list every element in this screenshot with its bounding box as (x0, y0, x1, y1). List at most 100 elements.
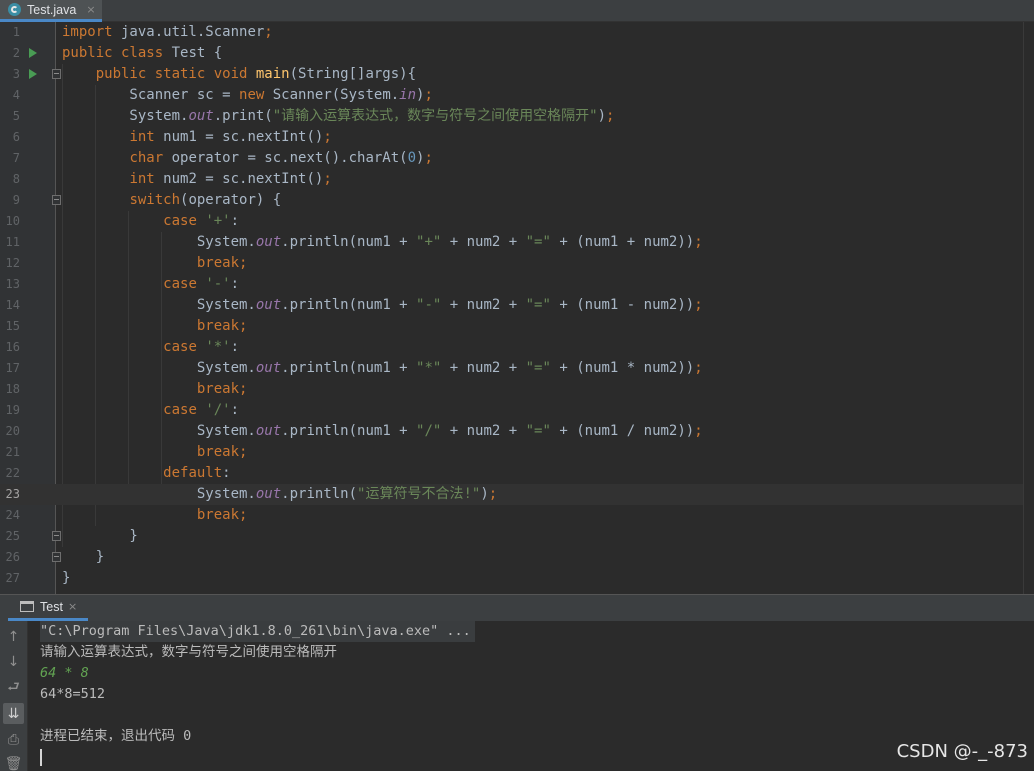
line-number: 27 (5, 571, 20, 585)
code-line[interactable]: 17 System.out.println(num1 + "*" + num2 … (0, 358, 1023, 379)
line-number: 22 (5, 466, 20, 480)
line-number: 26 (5, 550, 20, 564)
line-number: 10 (5, 214, 20, 228)
code-text: break; (62, 442, 248, 463)
fold-marker-icon[interactable] (52, 552, 61, 562)
java-class-icon (8, 3, 21, 16)
code-token: + (num1 * num2)) (550, 360, 695, 376)
code-line[interactable]: 18 break; (0, 379, 1023, 400)
code-line[interactable]: 1 import java.util.Scanner; (0, 22, 1023, 43)
code-line[interactable]: 14 System.out.println(num1 + "-" + num2 … (0, 295, 1023, 316)
code-line[interactable]: 23 System.out.println("运算符号不合法!"); (0, 484, 1023, 505)
code-token: case (163, 402, 197, 418)
run-toolbar: ↑ ↓ ⮐ ⇊ ⎙ 🗑 (0, 621, 28, 771)
code-line[interactable]: 21 break; (0, 442, 1023, 463)
code-line[interactable]: 2 public class Test { (0, 43, 1023, 64)
trash-icon[interactable]: 🗑 (3, 753, 24, 771)
code-line[interactable]: 12 break; (0, 253, 1023, 274)
code-token: ; (606, 108, 615, 124)
code-line[interactable]: 7 char operator = sc.next().charAt(0); (0, 148, 1023, 169)
code-editor[interactable]: 1 import java.util.Scanner; 2 public class … (0, 22, 1034, 594)
code-line[interactable]: 9 switch(operator) { (0, 190, 1023, 211)
code-token: : (230, 339, 240, 355)
code-line[interactable]: 26 } (0, 547, 1023, 568)
code-line[interactable]: 16 case '*': (0, 337, 1023, 358)
code-line[interactable]: 5 System.out.print("请输入运算表达式，数字与符号之间使用空格… (0, 106, 1023, 127)
print-icon[interactable]: ⎙ (3, 729, 24, 750)
editor-tab-bar: Test.java × (0, 0, 1034, 22)
code-line[interactable]: 20 System.out.println(num1 + "/" + num2 … (0, 421, 1023, 442)
code-line[interactable]: 22 default: (0, 463, 1023, 484)
code-line[interactable]: 6 int num1 = sc.nextInt(); (0, 127, 1023, 148)
code-line[interactable]: 10 case '+': (0, 211, 1023, 232)
fold-marker-icon[interactable] (52, 195, 61, 205)
code-token: ; (424, 87, 433, 103)
code-text: char operator = sc.next().charAt(0); (62, 148, 432, 169)
editor-scrollbar[interactable] (1023, 22, 1034, 594)
code-line[interactable]: 19 case '/': (0, 400, 1023, 421)
run-tab-test[interactable]: Test × (8, 595, 88, 621)
code-text: public static void main(String[]args){ (62, 64, 416, 85)
line-number: 8 (12, 172, 20, 186)
code-text: System.out.print("请输入运算表达式，数字与符号之间使用空格隔开… (62, 106, 614, 127)
console-command-line[interactable]: "C:\Program Files\Java\jdk1.8.0_261\bin\… (40, 621, 475, 642)
code-token: ; (323, 129, 332, 145)
code-token: default (163, 465, 223, 481)
code-text: System.out.println(num1 + "*" + num2 + "… (62, 358, 703, 379)
code-text: System.out.println(num1 + "+" + num2 + "… (62, 232, 703, 253)
code-line[interactable]: 27} (0, 568, 1023, 589)
code-line[interactable]: 8 int num2 = sc.nextInt(); (0, 169, 1023, 190)
fold-marker-icon[interactable] (52, 69, 61, 79)
line-number: 19 (5, 403, 20, 417)
line-number: 5 (12, 109, 20, 123)
close-icon[interactable]: × (86, 3, 95, 16)
text-caret (40, 749, 42, 766)
editor-tab-test-java[interactable]: Test.java × (0, 0, 102, 22)
code-token: .println(num1 + (281, 423, 417, 439)
code-text: int num1 = sc.nextInt(); (62, 127, 332, 148)
code-token: .println( (281, 486, 358, 502)
line-number: 1 (12, 25, 20, 39)
code-token: Scanner(System. (264, 87, 400, 103)
code-token: int (129, 171, 155, 187)
code-token: public class (62, 45, 164, 61)
code-token: System. (62, 234, 256, 250)
line-number: 6 (12, 130, 20, 144)
code-line[interactable]: 24 break; (0, 505, 1023, 526)
code-token: public static void (95, 66, 248, 82)
line-number: 7 (12, 151, 20, 165)
scroll-to-end-icon[interactable]: ⇊ (3, 703, 24, 724)
code-token: Scanner sc = (62, 87, 240, 103)
console-output[interactable]: "C:\Program Files\Java\jdk1.8.0_261\bin\… (28, 621, 1034, 771)
code-line[interactable]: 3 public static void main(String[]args){ (0, 64, 1023, 85)
code-token: .println(num1 + (281, 234, 417, 250)
code-line[interactable]: 13 case '-': (0, 274, 1023, 295)
line-number: 4 (12, 88, 20, 102)
code-line[interactable]: 25 } (0, 526, 1023, 547)
code-token: out (255, 486, 282, 502)
code-token: out (255, 234, 282, 250)
code-token: : (230, 402, 240, 418)
run-gutter-icon[interactable] (29, 48, 37, 58)
code-line[interactable]: 15 break; (0, 316, 1023, 337)
close-icon[interactable]: × (68, 600, 77, 613)
soft-wrap-icon[interactable]: ⮐ (3, 677, 24, 698)
code-token: System. (62, 486, 256, 502)
arrow-down-icon[interactable]: ↓ (3, 651, 24, 672)
code-token: } (62, 549, 105, 565)
line-number: 25 (5, 529, 20, 543)
code-line[interactable]: 11 System.out.println(num1 + "+" + num2 … (0, 232, 1023, 253)
code-text: case '/': (62, 400, 239, 421)
code-token: int (129, 129, 155, 145)
code-token: (String[]args){ (289, 66, 417, 82)
code-text: case '-': (62, 274, 239, 295)
code-line[interactable]: 4 Scanner sc = new Scanner(System.in); (0, 85, 1023, 106)
run-gutter-icon[interactable] (29, 69, 37, 79)
line-number: 20 (5, 424, 20, 438)
fold-marker-icon[interactable] (52, 531, 61, 541)
line-number: 15 (5, 319, 20, 333)
arrow-up-icon[interactable]: ↑ (3, 626, 24, 647)
